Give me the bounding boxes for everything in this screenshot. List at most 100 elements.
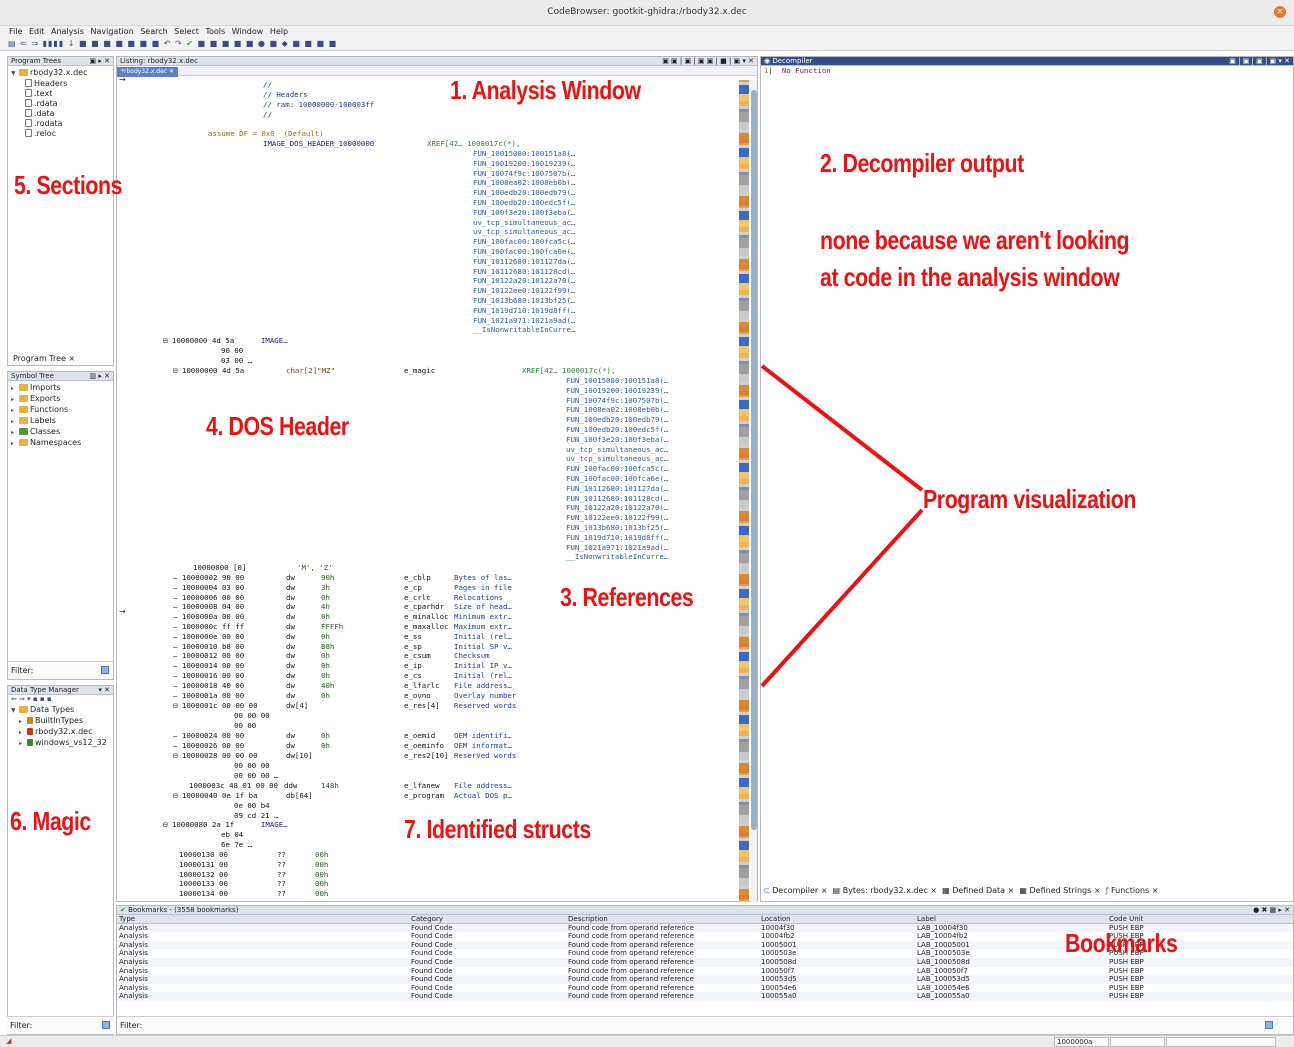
- fold-icon[interactable]: ⊟: [163, 820, 167, 829]
- symbol-filter[interactable]: Filter:: [8, 661, 113, 679]
- filter-options-icon[interactable]: [101, 666, 109, 674]
- xref-list[interactable]: FUN_10015080:100151a8(… FUN_10019200:1001…: [473, 149, 575, 335]
- field-address[interactable]: — 10000008 04 00: [173, 602, 244, 612]
- table-row[interactable]: Analysis Found Code Found code from operan…: [117, 975, 1293, 984]
- magic-row[interactable]: ⊟ 10000000 4d 5a: [173, 366, 244, 376]
- field-address[interactable]: — 10000014 00 00: [173, 661, 244, 671]
- xref-entry[interactable]: FUN_10019200:10019239(…: [473, 159, 575, 169]
- nav-icons[interactable]: ▮▮▮▮: [43, 39, 65, 48]
- close-window-button[interactable]: ×: [1274, 6, 1286, 18]
- tree-item[interactable]: .rodata: [11, 119, 110, 129]
- xref-entry[interactable]: FUN_1013b680:1013bf25(…: [566, 523, 668, 533]
- xref-entry[interactable]: __IsNonwritableInCurre…: [566, 552, 668, 562]
- listing-tab[interactable]: *rbody32.x.dec ✕: [117, 67, 179, 77]
- field-address[interactable]: — 10000010 b8 00: [173, 642, 244, 652]
- dtm-root[interactable]: ▼ Data Types: [11, 705, 110, 716]
- xref-entry[interactable]: FUN_100edb20:100edb79(…: [473, 188, 575, 198]
- xref-entry[interactable]: FUN_100edb20:100edc5f(…: [473, 198, 575, 208]
- xref-header[interactable]: XREF[42… 1000017c(*),: [522, 366, 615, 376]
- symbol-item[interactable]: ▸ Imports: [11, 383, 110, 394]
- table-row[interactable]: Analysis Found Code Found code from operan…: [117, 967, 1293, 976]
- xref-list[interactable]: FUN_10015080:100151a8(… FUN_10019200:1001…: [566, 376, 668, 562]
- tool-icons[interactable]: ■ ■ ■ ■ ■ ● ■ ◆ ■ ■ ■ ■: [197, 39, 337, 48]
- xref-entry[interactable]: FUN_10074f9c:1007507b(…: [566, 396, 668, 406]
- xref-header[interactable]: XREF[42… 1000017c(*),: [427, 139, 520, 149]
- fold-icon[interactable]: ⊟: [173, 701, 177, 710]
- menu-edit[interactable]: Edit: [29, 27, 45, 36]
- lfanew-row[interactable]: 1000003c 48 01 00 00: [189, 781, 278, 791]
- tree-item[interactable]: .data: [11, 109, 110, 119]
- decompiler-output[interactable]: 1| No Function: [761, 66, 1293, 76]
- tab-bytes[interactable]: Bytes: rbody32.x.dec ×: [843, 886, 937, 895]
- xref-entry[interactable]: FUN_1008ea02:1008eb0b(…: [566, 405, 668, 415]
- xref-entry[interactable]: FUN_10112680:101128cd(…: [473, 267, 575, 277]
- symbol-item[interactable]: ▸ Functions: [11, 405, 110, 416]
- byte-address[interactable]: 10000132 00: [179, 870, 228, 880]
- xref-entry[interactable]: FUN_100fac00:100fca6e(…: [473, 247, 575, 257]
- xref-entry[interactable]: FUN_100edb20:100edc5f(…: [566, 425, 668, 435]
- tab-program-tree[interactable]: Program Tree ×: [13, 354, 75, 363]
- tree-item[interactable]: Headers: [11, 79, 110, 89]
- bookmarks-filter[interactable]: Filter:: [117, 1016, 1293, 1034]
- image-row[interactable]: ⊟ 10000000 4d 5a IMAGE…: [163, 336, 288, 346]
- xref-entry[interactable]: FUN_10074f9c:1007507b(…: [473, 169, 575, 179]
- panel-close-icon[interactable]: ▾ ✕: [98, 686, 110, 694]
- bottom-filter[interactable]: Filter:: [7, 1016, 114, 1034]
- back-icon[interactable]: ⇐: [20, 39, 28, 48]
- program-visualization-strip[interactable]: [739, 80, 749, 902]
- xref-entry[interactable]: FUN_10122a20:10122a70(…: [566, 503, 668, 513]
- undo-icon[interactable]: ↶: [164, 39, 172, 48]
- xref-entry[interactable]: FUN_10015080:100151a8(…: [473, 149, 575, 159]
- dtm-item[interactable]: ▸ BuiltInTypes: [11, 716, 110, 727]
- dtm-toolbar[interactable]: ⇐ ⇒ ▾ ▪ ▪ ▪: [8, 695, 113, 704]
- tree-root[interactable]: ▼ rbody32.x.dec: [11, 68, 110, 79]
- table-row[interactable]: Analysis Found Code Found code from operan…: [117, 957, 1293, 967]
- menu-help[interactable]: Help: [270, 27, 288, 36]
- dtm-item[interactable]: ▸ rbody32.x.dec: [11, 727, 110, 738]
- filter-options-icon[interactable]: [102, 1021, 110, 1029]
- xref-entry[interactable]: FUN_1019d710:1019d8ff(…: [473, 306, 575, 316]
- xref-entry[interactable]: FUN_10112680:101128cd(…: [566, 494, 668, 504]
- field-address[interactable]: — 1000000a 00 00: [173, 612, 244, 622]
- xref-entry[interactable]: __IsNonwritableInCurre…: [473, 325, 575, 335]
- xref-entry[interactable]: FUN_10015080:100151a8(…: [566, 376, 668, 386]
- tree-item[interactable]: .reloc: [11, 129, 110, 139]
- field-address[interactable]: — 10000004 03 00: [173, 583, 244, 593]
- xref-entry[interactable]: FUN_100fac00:100fca5c(…: [566, 464, 668, 474]
- xref-entry[interactable]: FUN_1013b680:1013bf25(…: [473, 296, 575, 306]
- menu-tools[interactable]: Tools: [205, 27, 225, 36]
- fold-icon[interactable]: ⊟: [173, 791, 177, 800]
- field-address[interactable]: — 10000024 00 00: [173, 731, 244, 741]
- field-address[interactable]: — 10000002 90 00: [173, 573, 244, 583]
- res-row[interactable]: ⊟ 1000001c 00 00 00: [173, 701, 258, 711]
- menu-window[interactable]: Window: [232, 27, 264, 36]
- symbol-item[interactable]: ▸ Classes: [11, 427, 110, 438]
- xref-entry[interactable]: FUN_100fac00:100fca6e(…: [566, 474, 668, 484]
- dos-header-label[interactable]: IMAGE_DOS_HEADER_10000000: [263, 139, 374, 149]
- tab-defined-strings[interactable]: Defined Strings ×: [1030, 886, 1101, 895]
- xref-entry[interactable]: FUN_100f3e20:100f3eba(…: [473, 208, 575, 218]
- xref-entry[interactable]: FUN_1019d710:1019d8ff(…: [566, 533, 668, 543]
- menu-analysis[interactable]: Analysis: [51, 27, 84, 36]
- field-address[interactable]: — 10000026 00 00: [173, 741, 244, 751]
- listing-tools-icon[interactable]: ▣ ▣ | ▣ | ▣ ▣ | ■ | ▣ ▾ ✕: [662, 57, 754, 65]
- xref-entry[interactable]: uv_tcp_simultaneous_ac…: [473, 218, 575, 228]
- field-address[interactable]: — 1000001a 00 00: [173, 691, 244, 701]
- listing-body[interactable]: // // Headers // ram: 10000000-100003ff …: [117, 77, 739, 900]
- fold-icon[interactable]: ⊟: [173, 751, 177, 760]
- bookmarks-tools-icon[interactable]: ● ✖ ▦ ▸ ✕: [1253, 906, 1290, 914]
- menu-file[interactable]: File: [9, 27, 22, 36]
- column-header[interactable]: Label: [917, 915, 936, 924]
- xref-entry[interactable]: FUN_1008ea02:1008eb0b(…: [473, 178, 575, 188]
- panel-close-icon[interactable]: ▣ ▸ ✕: [90, 57, 110, 65]
- redo-icon[interactable]: ↷: [175, 39, 183, 48]
- forward-icon[interactable]: ⇒: [31, 39, 39, 48]
- xref-entry[interactable]: uv_tcp_simultaneous_ac…: [566, 445, 668, 455]
- field-address[interactable]: — 10000006 00 00: [173, 593, 244, 603]
- column-header[interactable]: Type: [119, 915, 135, 924]
- byte-address[interactable]: 10000131 00: [179, 860, 228, 870]
- menu-search[interactable]: Search: [140, 27, 167, 36]
- tab-decompiler[interactable]: Decompiler ×: [772, 886, 827, 895]
- field-address[interactable]: — 10000012 00 00: [173, 651, 244, 661]
- res2-row[interactable]: ⊟ 10000028 00 00 00: [173, 751, 258, 761]
